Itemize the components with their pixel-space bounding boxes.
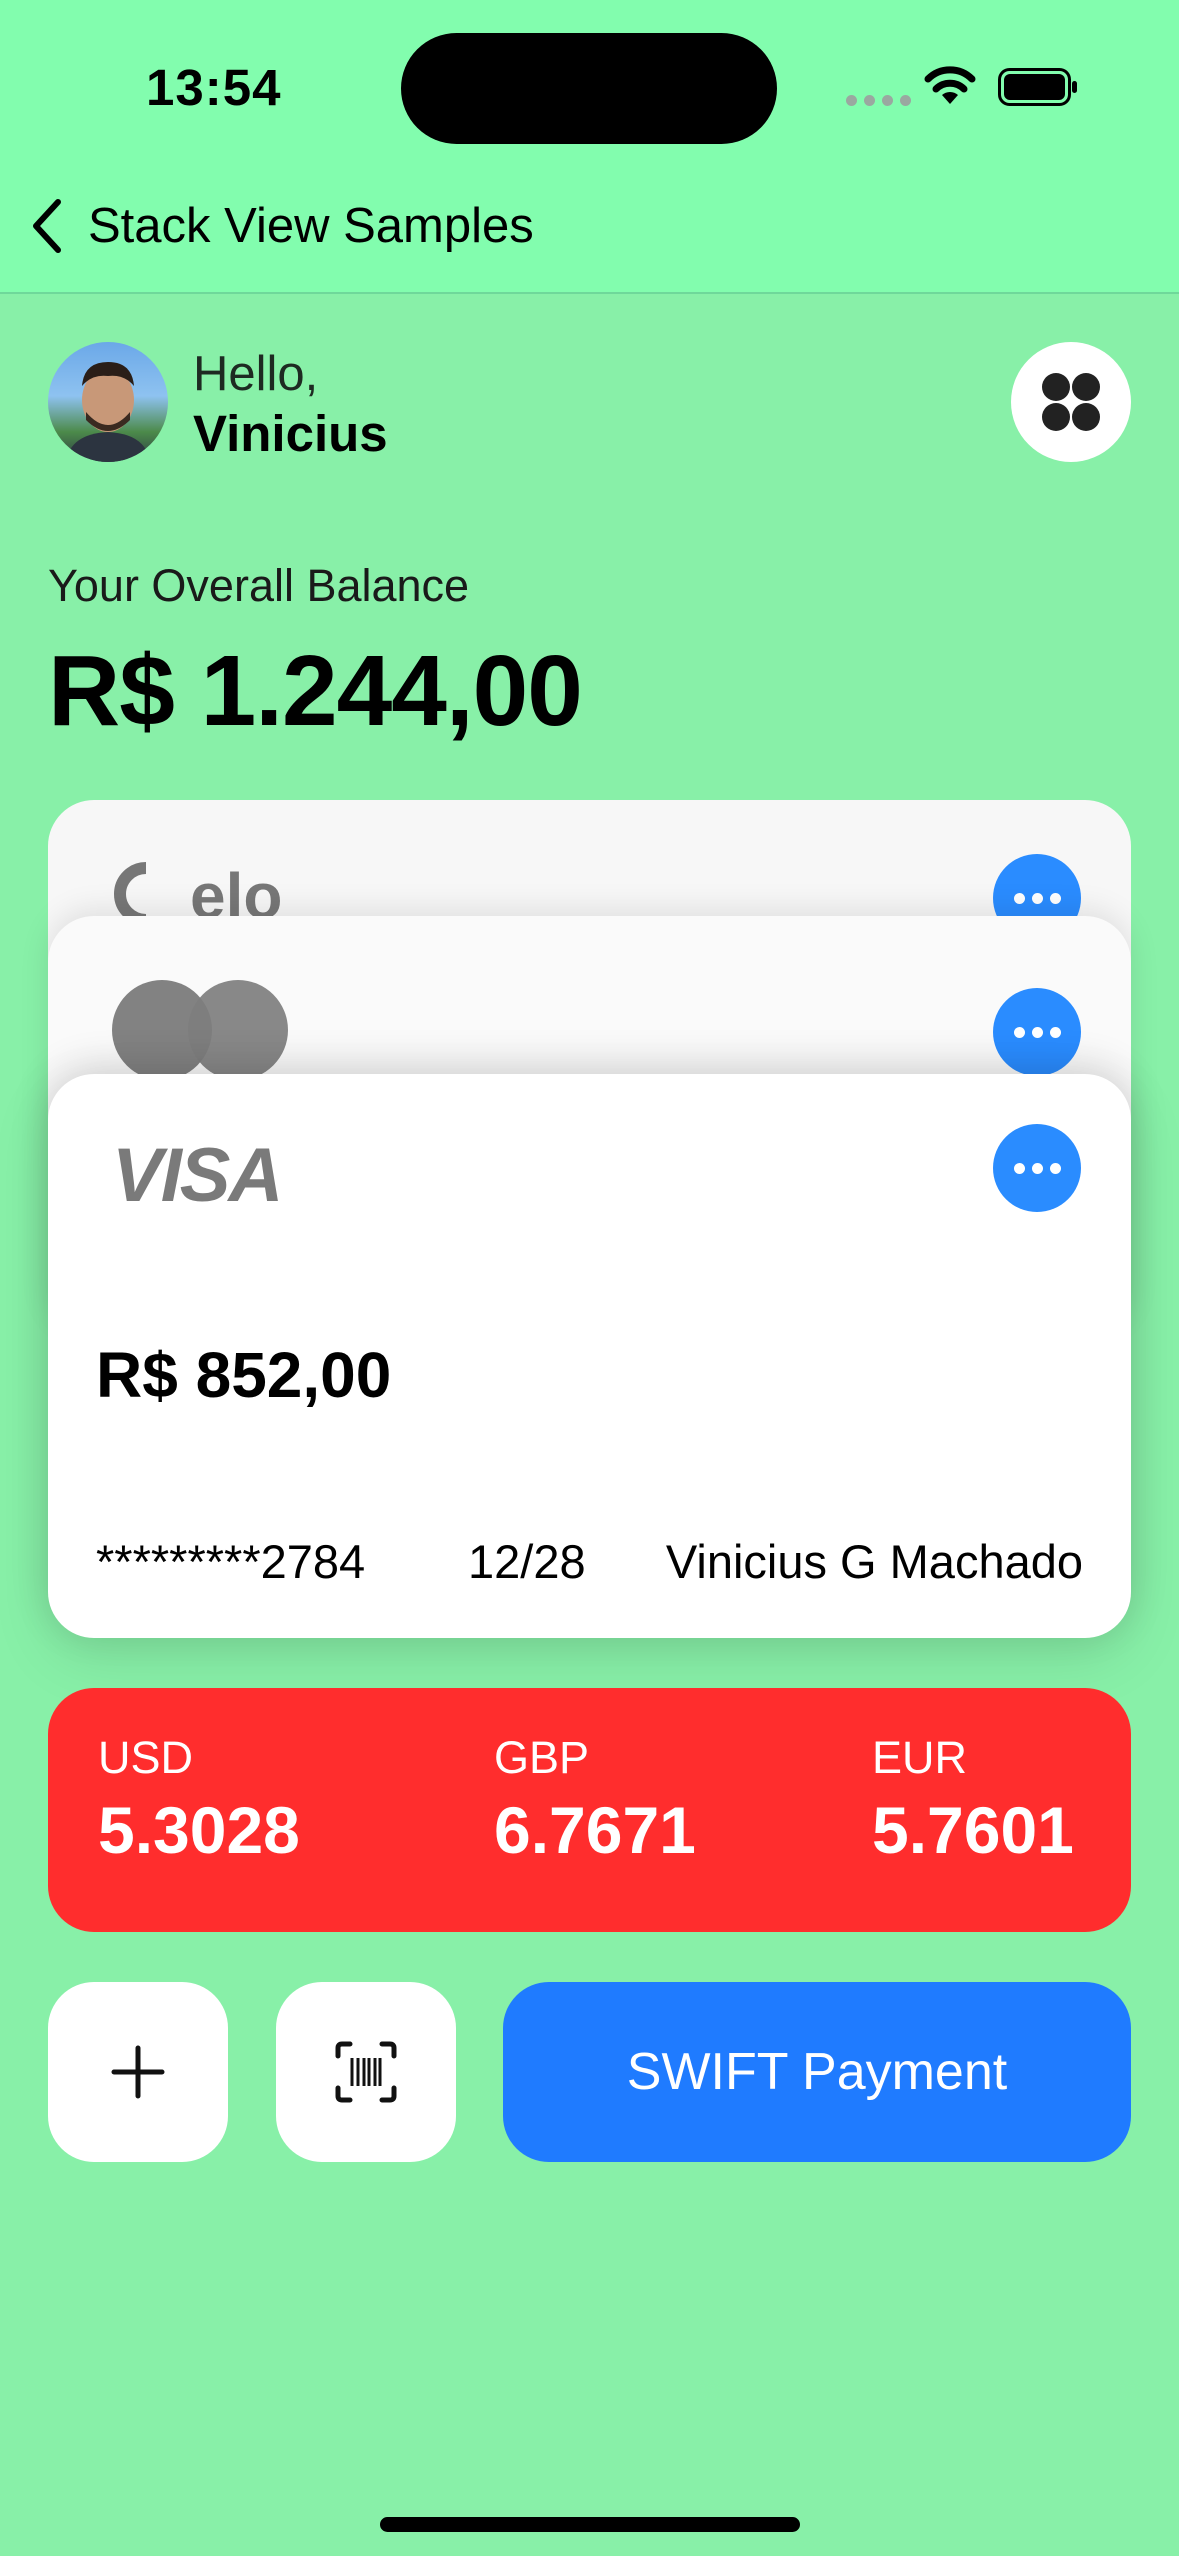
rate-code: GBP bbox=[494, 1732, 590, 1783]
grid-dots-icon bbox=[1042, 373, 1100, 431]
wifi-icon bbox=[924, 66, 976, 104]
dynamic-island bbox=[401, 33, 777, 144]
balance-label: Your Overall Balance bbox=[48, 560, 470, 611]
exchange-rates-panel: USD 5.3028 GBP 6.7671 EUR 5.7601 bbox=[48, 1688, 1131, 1932]
rate-usd: USD 5.3028 bbox=[98, 1732, 300, 1868]
card-expiry: 12/28 bbox=[468, 1535, 586, 1588]
card-number: *********2784 bbox=[96, 1535, 366, 1588]
card-holder: Vinicius G Machado bbox=[665, 1535, 1083, 1588]
top-bar: 13:54 Stack View Samples bbox=[0, 0, 1179, 294]
barcode-scan-icon bbox=[335, 2041, 397, 2103]
scan-barcode-button[interactable] bbox=[276, 1982, 456, 2162]
greeting-text: Hello, bbox=[193, 347, 319, 401]
rate-code: USD bbox=[98, 1732, 194, 1783]
mastercard-logo bbox=[112, 980, 288, 1080]
rate-code: EUR bbox=[872, 1732, 968, 1783]
status-time: 13:54 bbox=[146, 59, 282, 116]
add-button[interactable] bbox=[48, 1982, 228, 2162]
menu-button[interactable] bbox=[1011, 342, 1131, 462]
nav-back-title[interactable]: Stack View Samples bbox=[88, 198, 534, 254]
battery-icon bbox=[998, 68, 1077, 106]
card-balance: R$ 852,00 bbox=[96, 1339, 392, 1411]
card-options-button[interactable] bbox=[993, 988, 1081, 1076]
user-name: Vinicius bbox=[193, 405, 388, 462]
rate-gbp: GBP 6.7671 bbox=[494, 1732, 696, 1868]
rate-eur: EUR 5.7601 bbox=[872, 1732, 1074, 1868]
rate-value: 5.3028 bbox=[98, 1793, 300, 1867]
visa-logo: VISA bbox=[112, 1133, 283, 1218]
home-indicator[interactable] bbox=[380, 2517, 800, 2532]
balance-amount: R$ 1.244,00 bbox=[48, 635, 583, 747]
plus-icon bbox=[111, 2045, 165, 2099]
cellular-signal-icon bbox=[846, 95, 911, 106]
swift-payment-button[interactable]: SWIFT Payment bbox=[503, 1982, 1131, 2162]
chevron-left-icon[interactable] bbox=[24, 196, 68, 256]
rate-value: 5.7601 bbox=[872, 1793, 1074, 1867]
card-visa[interactable]: VISA R$ 852,00 *********2784 12/28 Vinic… bbox=[48, 1074, 1131, 1638]
card-options-button[interactable] bbox=[993, 1124, 1081, 1212]
rate-value: 6.7671 bbox=[494, 1793, 696, 1867]
avatar bbox=[48, 342, 168, 462]
